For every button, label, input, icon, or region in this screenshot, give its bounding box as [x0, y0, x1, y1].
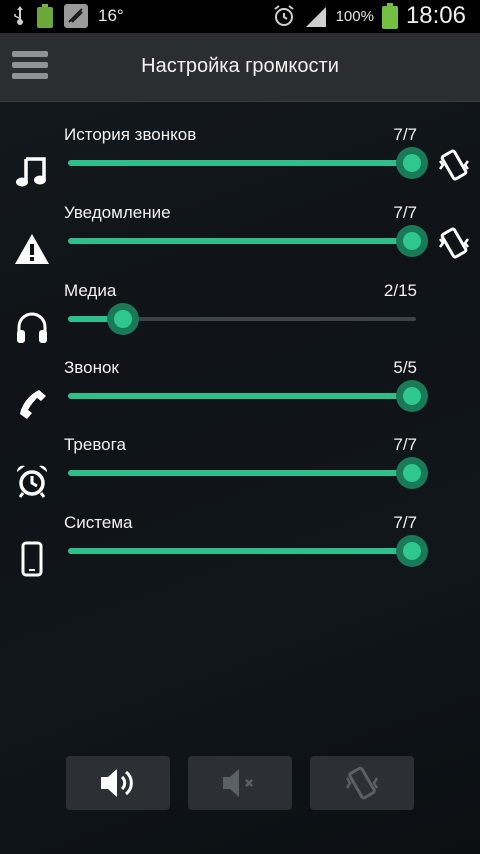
row-value: 7/7 [393, 435, 417, 454]
volume-slider[interactable] [68, 535, 428, 567]
volume-row-ringtone: Звонок 5/5 [0, 358, 480, 428]
vibrate-icon[interactable] [436, 147, 472, 183]
row-label: Звонок [64, 358, 119, 377]
vibrate-mode-button[interactable] [310, 756, 414, 810]
slider-fill [68, 238, 412, 244]
smartphone-icon [21, 541, 43, 577]
sound-mode-button[interactable] [66, 756, 170, 810]
volume-row-alarm: Тревога 7/7 [0, 435, 480, 505]
music-note-icon [16, 157, 46, 187]
slider-fill [68, 160, 412, 166]
volume-row-media: Медиа 2/15 [0, 281, 480, 351]
row-label: Уведомление [64, 203, 171, 222]
row-label: Тревога [64, 435, 126, 454]
mute-icon [223, 769, 253, 797]
vibrate-icon[interactable] [436, 225, 472, 261]
clock: 18:06 [405, 2, 466, 29]
slider-fill [68, 548, 412, 554]
warning-icon [15, 234, 49, 264]
row-value: 7/7 [393, 125, 417, 144]
page-title: Настройка громкости [141, 55, 339, 77]
battery-charging-icon [37, 4, 53, 28]
volume-row-notification: Уведомление 7/7 [0, 203, 480, 273]
slider-thumb[interactable] [396, 147, 428, 179]
slider-thumb[interactable] [396, 380, 428, 412]
row-value: 2/15 [383, 281, 417, 300]
weather-temperature: 16° [98, 6, 124, 25]
headphones-icon [17, 312, 47, 343]
alarm-status-icon [273, 5, 294, 26]
app-header: Настройка громкости [0, 33, 480, 102]
slider-fill [68, 470, 412, 476]
row-value: 7/7 [393, 513, 417, 532]
usb-icon [14, 6, 23, 25]
vibrate-mode-icon [345, 766, 379, 800]
lte-icon [64, 4, 88, 28]
slider-thumb[interactable] [107, 303, 139, 335]
volume-row-call-history: История звонков 7/7 [0, 125, 480, 195]
alarm-clock-icon [16, 465, 48, 498]
sound-on-icon [101, 769, 133, 797]
volume-slider[interactable] [68, 380, 428, 412]
status-bar: 16° 100% 18:06 [0, 0, 480, 33]
volume-row-system: Система 7/7 [0, 513, 480, 583]
volume-slider[interactable] [68, 303, 416, 335]
volume-slider[interactable] [68, 147, 428, 179]
slider-thumb[interactable] [396, 225, 428, 257]
phone-icon [20, 390, 46, 419]
row-label: Система [64, 513, 133, 532]
row-label: История звонков [64, 125, 197, 144]
slider-thumb[interactable] [396, 457, 428, 489]
slider-fill [68, 393, 412, 399]
slider-thumb[interactable] [396, 535, 428, 567]
volume-slider[interactable] [68, 225, 428, 257]
row-label: Медиа [64, 281, 117, 300]
battery-full-icon [381, 3, 398, 29]
row-value: 5/5 [393, 358, 417, 377]
mute-mode-button[interactable] [188, 756, 292, 810]
signal-icon [305, 7, 326, 27]
row-value: 7/7 [393, 203, 417, 222]
battery-percent: 100% [335, 7, 374, 25]
volume-slider[interactable] [68, 457, 428, 489]
